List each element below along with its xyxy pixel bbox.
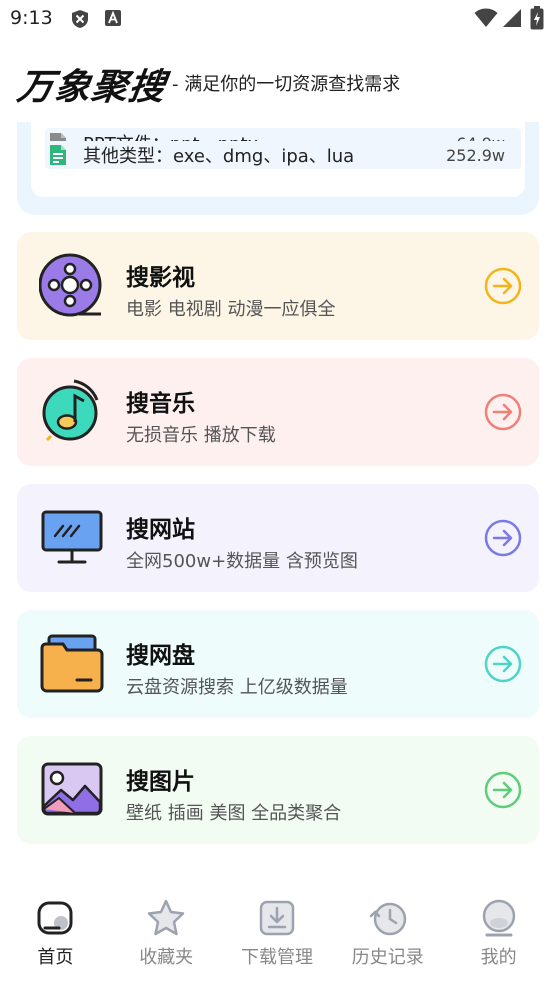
category-desc: 无损音乐 播放下载: [126, 425, 276, 446]
bottom-nav: 首页 收藏夹 下载管理 历史记录 我的: [0, 890, 554, 984]
nav-profile[interactable]: 我的: [443, 890, 554, 984]
category-card-movies[interactable]: 搜影视 电影 电视剧 动漫一应俱全: [17, 232, 539, 340]
music-note-icon: [42, 379, 99, 442]
category-desc: 电影 电视剧 动漫一应俱全: [126, 299, 336, 320]
stat-count: 252.9w: [446, 145, 505, 165]
arrow-right-circle-icon[interactable]: [483, 392, 523, 432]
arrow-right-circle-icon[interactable]: [483, 770, 523, 810]
nav-label: 收藏夹: [139, 947, 194, 968]
nav-label: 我的: [480, 947, 517, 968]
nav-label: 下载管理: [240, 947, 313, 968]
profile-icon: [482, 899, 515, 937]
nav-favorites[interactable]: 收藏夹: [111, 890, 222, 984]
category-desc: 云盘资源搜索 上亿级数据量: [126, 677, 348, 698]
resource-stats-list: P PPT文件：ppt、pptx 64.9w 其他类型：exe、dmg、ipa、…: [31, 122, 525, 197]
category-title: 搜网站: [126, 517, 195, 543]
category-title: 搜影视: [126, 265, 195, 291]
star-icon: [147, 899, 185, 936]
folder-icon: [40, 634, 104, 693]
resource-stats-card: P PPT文件：ppt、pptx 64.9w 其他类型：exe、dmg、ipa、…: [17, 122, 539, 215]
battery-icon: [530, 6, 544, 30]
app-tagline: - 满足你的一切资源查找需求: [172, 74, 401, 95]
category-card-music[interactable]: 搜音乐 无损音乐 播放下载: [17, 358, 539, 466]
nav-label: 历史记录: [351, 947, 424, 968]
nav-history[interactable]: 历史记录: [332, 890, 443, 984]
app-logo: 万象聚搜: [14, 67, 169, 108]
app-notification-icon: [105, 10, 121, 26]
nav-downloads[interactable]: 下载管理: [222, 890, 333, 984]
arrow-right-circle-icon[interactable]: [483, 644, 523, 684]
stat-label: 其他类型：exe、dmg、ipa、lua: [83, 146, 355, 167]
category-title: 搜网盘: [126, 643, 195, 669]
wifi-icon: [474, 8, 498, 27]
other-file-icon: [50, 145, 66, 165]
category-desc: 壁纸 插画 美图 全品类聚合: [126, 803, 342, 824]
app-header: 万象聚搜 - 满足你的一切资源查找需求: [0, 56, 554, 108]
signal-icon: [503, 9, 521, 27]
download-icon: [259, 900, 295, 936]
nav-home[interactable]: 首页: [0, 890, 111, 984]
category-desc: 全网500w+数据量 含预览图: [126, 551, 358, 572]
category-card-cloud-drive[interactable]: 搜网盘 云盘资源搜索 上亿级数据量: [17, 610, 539, 718]
shield-icon: [72, 10, 88, 28]
status-bar: 9:13: [0, 0, 554, 38]
category-title: 搜音乐: [126, 391, 195, 417]
category-title: 搜图片: [126, 769, 195, 795]
arrow-right-circle-icon[interactable]: [483, 266, 523, 306]
status-time: 9:13: [10, 7, 53, 29]
image-icon: [41, 762, 103, 816]
history-icon: [369, 902, 407, 936]
home-icon: [37, 901, 73, 935]
nav-label: 首页: [37, 947, 74, 968]
category-card-images[interactable]: 搜图片 壁纸 插画 美图 全品类聚合: [17, 736, 539, 844]
category-card-websites[interactable]: 搜网站 全网500w+数据量 含预览图: [17, 484, 539, 592]
monitor-icon: [41, 510, 103, 564]
film-reel-icon: [39, 253, 102, 317]
main-content[interactable]: P PPT文件：ppt、pptx 64.9w 其他类型：exe、dmg、ipa、…: [0, 122, 554, 862]
arrow-right-circle-icon[interactable]: [483, 518, 523, 558]
stat-row-other: 其他类型：exe、dmg、ipa、lua 252.9w: [45, 141, 521, 169]
